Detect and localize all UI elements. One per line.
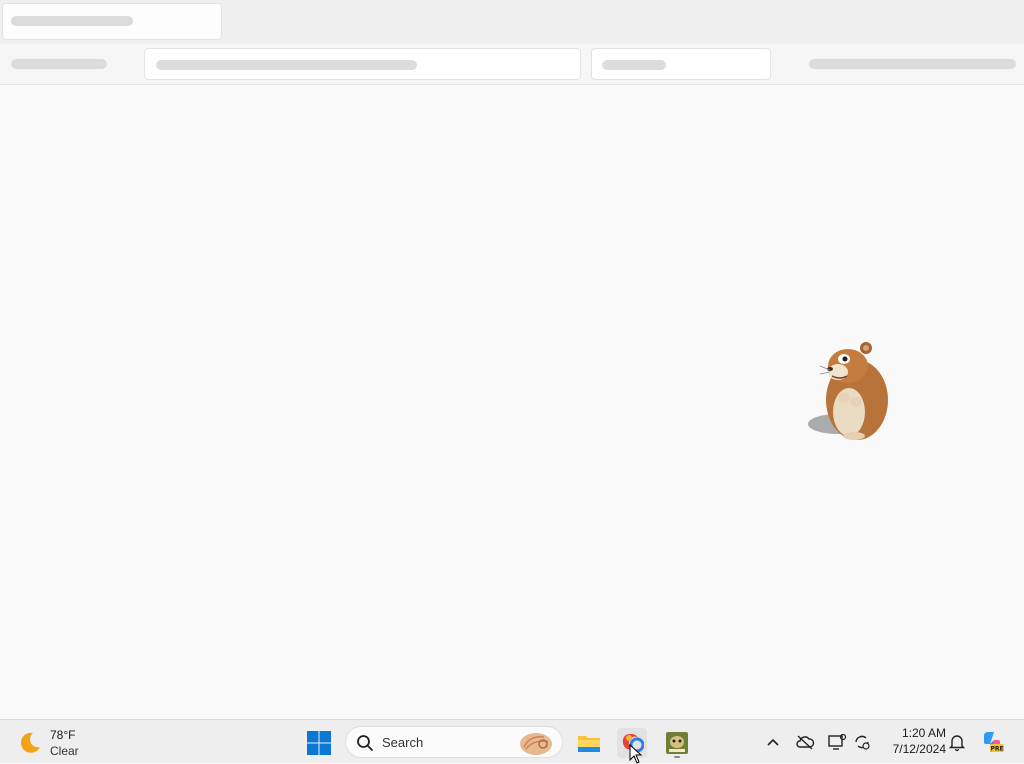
address-placeholder <box>156 60 417 70</box>
search-label: Search <box>382 735 424 750</box>
taskbar-app-file-explorer[interactable] <box>574 728 604 758</box>
toolbar-right-placeholder <box>809 59 1016 69</box>
sync-icon[interactable] <box>852 732 872 752</box>
seashell-icon <box>520 733 552 755</box>
weather-temperature: 78°F <box>50 728 76 742</box>
clock-date: 7/12/2024 <box>892 742 946 756</box>
weather-widget[interactable]: 78°F Clear <box>16 725 106 759</box>
cloud-off-icon[interactable] <box>795 732 815 752</box>
game-icon <box>666 732 688 754</box>
moon-icon <box>20 732 40 753</box>
clock-time: 1:20 AM <box>901 726 946 740</box>
secondary-field[interactable] <box>591 48 771 80</box>
browser-tab[interactable] <box>2 3 222 40</box>
folder-icon <box>578 736 600 752</box>
hamster-image <box>808 342 888 440</box>
taskbar-app-game[interactable] <box>662 728 692 758</box>
toolbar <box>0 44 1024 85</box>
mouse-cursor-icon <box>629 744 643 764</box>
weather-condition: Clear <box>50 744 79 758</box>
windows-start-icon[interactable] <box>306 730 332 756</box>
chevron-up-icon[interactable] <box>763 732 783 752</box>
device-settings-icon[interactable] <box>827 732 847 752</box>
secondary-placeholder <box>602 60 666 70</box>
bell-icon[interactable] <box>947 732 967 752</box>
tab-strip <box>0 0 1024 44</box>
toolbar-left-placeholder <box>11 59 107 69</box>
address-bar[interactable] <box>144 48 581 80</box>
svg-text:PRE: PRE <box>990 746 1003 753</box>
clock[interactable]: 1:20 AM 7/12/2024 <box>880 725 946 757</box>
running-indicator <box>674 756 680 758</box>
tab-title-placeholder <box>11 16 133 26</box>
taskbar-search[interactable]: Search <box>345 726 563 758</box>
copilot-pre-icon[interactable]: PRE <box>980 730 1004 754</box>
search-icon <box>357 735 373 751</box>
taskbar: 78°F Clear Search 1:20 AM 7/12/2024 PRE <box>0 719 1024 763</box>
